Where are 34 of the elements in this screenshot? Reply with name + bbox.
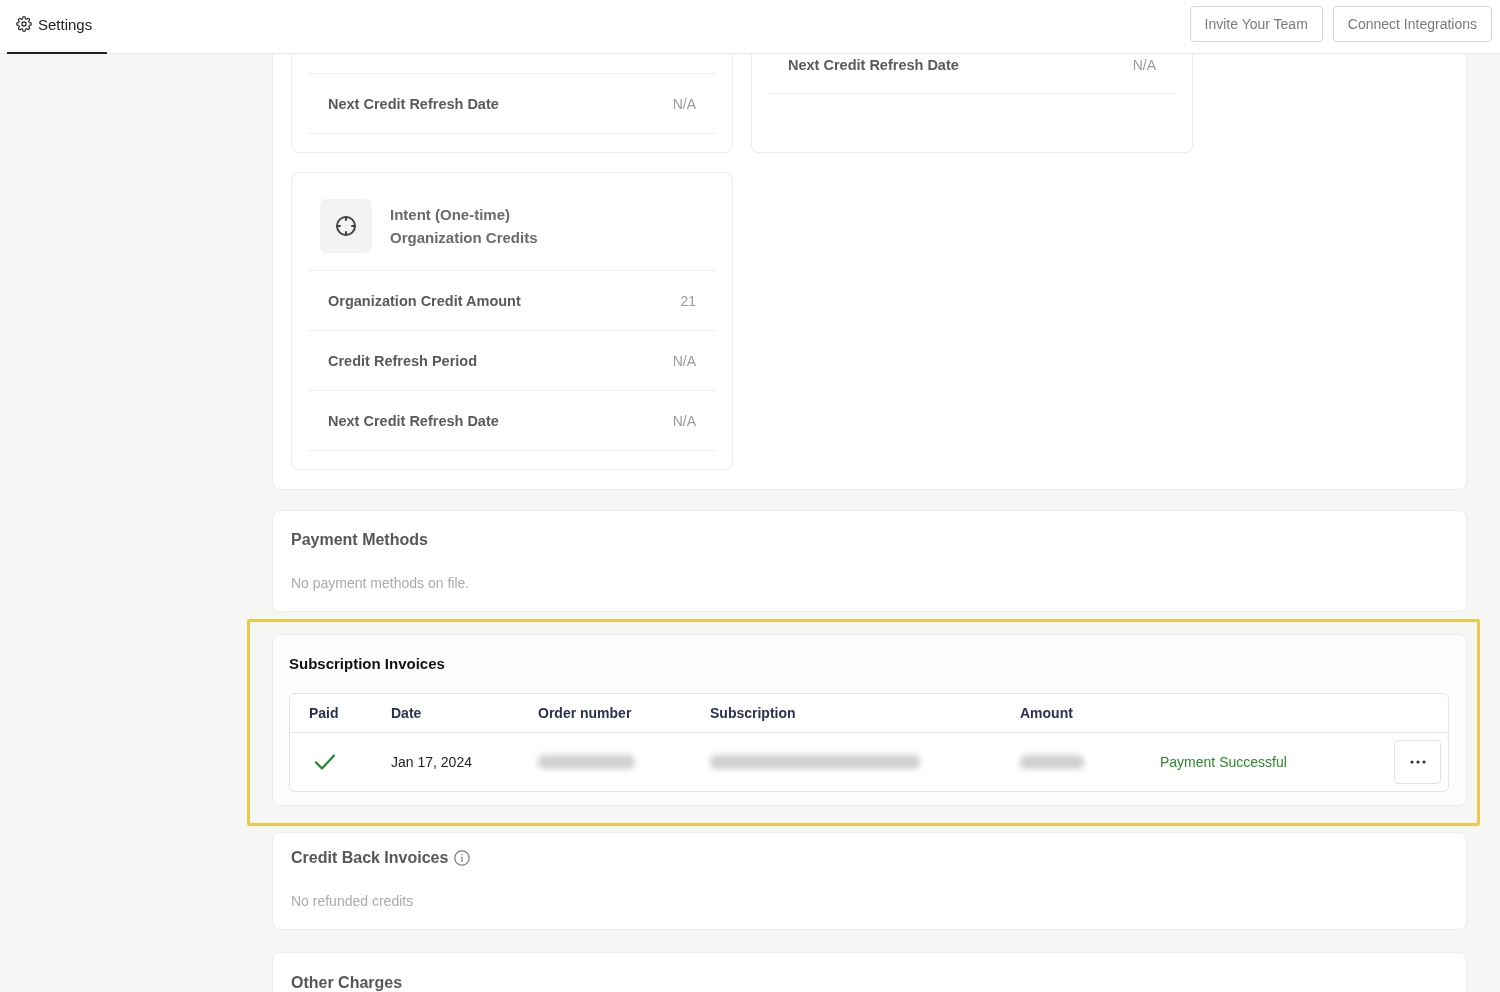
- section-title: Credit Back Invoices: [291, 848, 449, 868]
- status-text: Payment Successful: [1160, 754, 1287, 770]
- info-icon: [454, 850, 471, 866]
- row-value: N/A: [1132, 56, 1156, 75]
- card-title: Organization Credits: [390, 228, 538, 248]
- empty-message: No payment methods on file.: [291, 574, 471, 593]
- more-button[interactable]: [1394, 740, 1441, 784]
- table-cell: Jan 17, 2024: [391, 754, 472, 770]
- row-value: N/A: [672, 351, 696, 371]
- section-title: Subscription Invoices: [289, 654, 446, 674]
- empty-message: No refunded credits: [291, 892, 415, 911]
- column-header: Date: [390, 705, 423, 721]
- settings-tab[interactable]: Settings: [7, 0, 107, 54]
- column-header: Amount: [1019, 705, 1074, 721]
- crosshair-icon: [320, 199, 372, 253]
- row-value: N/A: [672, 94, 696, 114]
- row-label: Next Credit Refresh Date: [788, 56, 959, 75]
- blurred-text: [1020, 755, 1084, 769]
- section-title: Other Charges: [291, 973, 404, 992]
- card-title: Intent (One-time): [390, 205, 511, 225]
- header-button[interactable]: Connect Integrations: [1332, 6, 1492, 42]
- column-header: Paid: [308, 705, 340, 721]
- row-value: N/A: [672, 411, 696, 431]
- row-label: Credit Refresh Period: [328, 351, 478, 371]
- row-label: Next Credit Refresh Date: [328, 411, 499, 431]
- header-button[interactable]: Invite Your Team: [1189, 6, 1323, 42]
- column-header: Order number: [537, 705, 633, 721]
- column-header: Subscription: [709, 705, 797, 721]
- gear-icon: [16, 16, 32, 32]
- row-label: Next Credit Refresh Date: [328, 94, 499, 114]
- row-label: Organization Credit Amount: [328, 291, 521, 311]
- more-icon: [1409, 760, 1426, 764]
- row-value: 21: [680, 291, 696, 311]
- section-title: Payment Methods: [291, 530, 429, 550]
